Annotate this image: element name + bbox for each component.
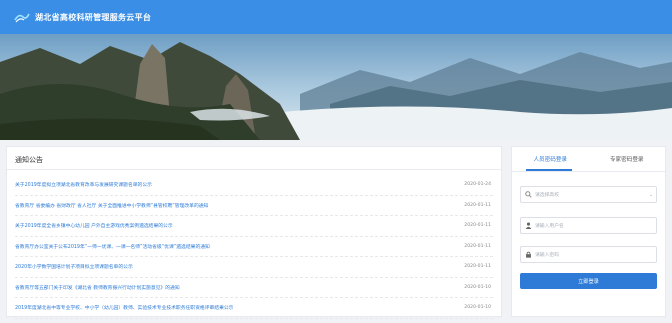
logo-icon [14, 13, 30, 23]
notice-item-title[interactable]: 关于2019年度全省乡镇中心幼儿园 户外自主游戏优秀案例遴选结果的公示 [15, 222, 173, 229]
chevron-down-icon: ⌄ [648, 191, 654, 198]
school-select-placeholder: 请选择高校 [535, 193, 559, 198]
notice-item[interactable]: 关于2019年度拟立项湖北省教育改革与发展研究课题名单的公示 2020-01-2… [15, 175, 493, 196]
notice-item-title[interactable]: 省教育厅 省委编办 省财政厅 省人社厅 关于全面推进中小学教师“县管校聘”管理改… [15, 202, 208, 209]
notice-item-title[interactable]: 省教育厅等五部门关于印发《湖北省 教师教育振兴行动计划实施意见》的通知 [15, 284, 180, 291]
notice-item[interactable]: 2020年小学数学国培计划子项目拟立项课题名单的公示 2020-01-11 [15, 257, 493, 278]
notice-item-date: 2020-01-24 [464, 182, 491, 188]
search-icon [521, 191, 535, 198]
login-button[interactable]: 立即登录 [520, 273, 657, 289]
password-field[interactable]: 请输入密码 [520, 246, 657, 263]
notice-item-date: 2020-01-11 [464, 243, 491, 249]
school-select[interactable]: 请选择高校 ⌄ [520, 186, 657, 203]
notice-list: 关于2019年度拟立项湖北省教育改革与发展研究课题名单的公示 2020-01-2… [15, 175, 493, 319]
notice-item[interactable]: 2019年度湖北省中等专业学校、中小学（幼儿园）教师、实验技术专业技术职务任职资… [15, 298, 493, 319]
username-placeholder: 请输入用户名 [535, 224, 564, 229]
notice-title: 通知公告 [15, 156, 43, 164]
tab-expert-login[interactable]: 专家密码登录 [589, 147, 666, 171]
notice-item-date: 2020-01-11 [464, 223, 491, 229]
notice-panel: 通知公告 关于2019年度拟立项湖北省教育改革与发展研究课题名单的公示 2020… [6, 146, 502, 319]
username-field[interactable]: 请输入用户名 [520, 217, 657, 234]
notice-item-title[interactable]: 2019年度湖北省中等专业学校、中小学（幼儿园）教师、实验技术专业技术职务任职资… [15, 304, 233, 311]
site-title: 湖北省高校科研管理服务云平台 [35, 12, 152, 22]
login-panel: 人员密码登录 专家密码登录 请选择高校 ⌄ 请输入用户名 请输入密码 立即登录 [511, 146, 666, 317]
notice-item-title[interactable]: 省教育厅办公室关于公布2019年“一师一优课、一课一名师”活动省级“优课”遴选结… [15, 243, 210, 250]
user-icon [521, 222, 535, 229]
password-placeholder: 请输入密码 [535, 253, 559, 258]
notice-item-date: 2020-01-10 [464, 284, 491, 290]
notice-item[interactable]: 省教育厅办公室关于公布2019年“一师一优课、一课一名师”活动省级“优课”遴选结… [15, 237, 493, 257]
top-bar: 湖北省高校科研管理服务云平台 [0, 0, 672, 34]
notice-item[interactable]: 省教育厅 省委编办 省财政厅 省人社厅 关于全面推进中小学教师“县管校聘”管理改… [15, 196, 493, 216]
notice-item-date: 2020-01-11 [464, 264, 491, 270]
login-tabs: 人员密码登录 专家密码登录 [512, 147, 665, 171]
tab-staff-login[interactable]: 人员密码登录 [512, 147, 589, 171]
notice-item-title[interactable]: 2020年小学数学国培计划子项目拟立项课题名单的公示 [15, 263, 133, 270]
banner-image [0, 34, 672, 140]
lock-icon [521, 251, 535, 258]
notice-item-date: 2020-01-10 [464, 305, 491, 311]
divider [7, 169, 501, 170]
notice-item[interactable]: 关于2019年度全省乡镇中心幼儿园 户外自主游戏优秀案例遴选结果的公示 2020… [15, 216, 493, 237]
notice-item-title[interactable]: 关于2019年度拟立项湖北省教育改革与发展研究课题名单的公示 [15, 181, 152, 188]
notice-item-date: 2020-01-11 [464, 202, 491, 208]
notice-item[interactable]: 省教育厅等五部门关于印发《湖北省 教师教育振兴行动计划实施意见》的通知 2020… [15, 278, 493, 298]
divider [512, 171, 665, 172]
